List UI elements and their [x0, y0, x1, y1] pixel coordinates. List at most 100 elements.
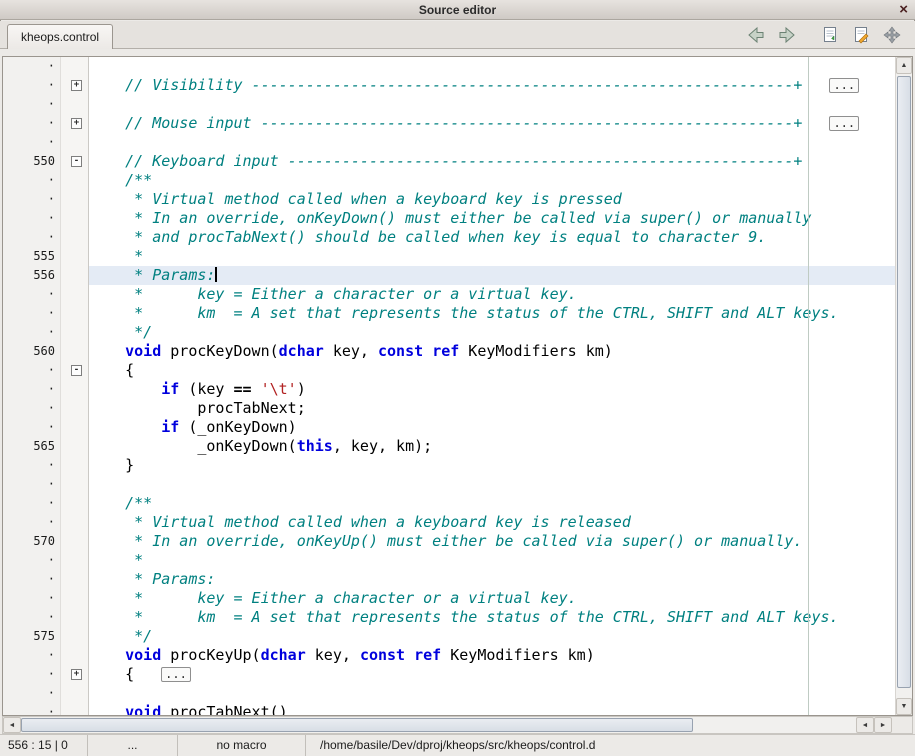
- code-line[interactable]: · * key = Either a character or a virtua…: [3, 285, 895, 304]
- fold-gutter-cell: [61, 380, 89, 399]
- code-line[interactable]: 570 * In an override, onKeyUp() must eit…: [3, 532, 895, 551]
- text-caret: [215, 267, 217, 282]
- scroll-down-button[interactable]: ▼: [896, 698, 912, 715]
- vertical-scroll-thumb[interactable]: [897, 76, 911, 688]
- code-line[interactable]: ·: [3, 133, 895, 152]
- go-back-button[interactable]: [745, 25, 767, 45]
- save-document-as-button[interactable]: [850, 25, 872, 45]
- fold-ellipsis[interactable]: ...: [829, 78, 859, 93]
- code-text: * Virtual method called when a keyboard …: [89, 513, 895, 532]
- fold-gutter-cell: [61, 247, 89, 266]
- horizontal-scrollbar[interactable]: ◄ ◄ ►: [2, 716, 913, 734]
- tabbar: kheops.control: [0, 21, 915, 49]
- code-line[interactable]: · void procKeyUp(dchar key, const ref Ke…: [3, 646, 895, 665]
- titlebar[interactable]: Source editor ×: [0, 0, 915, 20]
- code-line[interactable]: ·: [3, 684, 895, 703]
- code-line[interactable]: · if (_onKeyDown): [3, 418, 895, 437]
- code-line[interactable]: · * Params:: [3, 570, 895, 589]
- code-line[interactable]: · void procTabNext(): [3, 703, 895, 715]
- line-number-cell: 560: [3, 342, 61, 361]
- fold-marker-icon[interactable]: +: [71, 669, 82, 680]
- line-number-cell: ·: [3, 418, 61, 437]
- code-line[interactable]: · /**: [3, 171, 895, 190]
- fold-gutter-cell: [61, 190, 89, 209]
- fold-gutter-cell: -: [61, 152, 89, 171]
- code-line[interactable]: 555 *: [3, 247, 895, 266]
- code-line[interactable]: · }: [3, 456, 895, 475]
- horizontal-scroll-thumb[interactable]: [21, 718, 693, 732]
- code-editor[interactable]: ··+ // Visibility ----------------------…: [2, 56, 913, 716]
- fold-gutter-cell: [61, 513, 89, 532]
- code-line[interactable]: ·: [3, 475, 895, 494]
- vertical-scrollbar[interactable]: ▲ ▼: [895, 57, 912, 715]
- close-icon[interactable]: ×: [899, 0, 908, 19]
- code-line[interactable]: ·+ // Visibility -----------------------…: [3, 76, 895, 95]
- code-line[interactable]: ·+ // Mouse input ----------------------…: [3, 114, 895, 133]
- fold-gutter-cell: [61, 266, 89, 285]
- file-path: /home/basile/Dev/dproj/kheops/src/kheops…: [306, 735, 915, 756]
- code-text: /**: [89, 171, 895, 190]
- fold-marker-icon[interactable]: +: [71, 118, 82, 129]
- code-line[interactable]: · * and procTabNext() should be called w…: [3, 228, 895, 247]
- code-line[interactable]: ·+ {...: [3, 665, 895, 684]
- code-line[interactable]: · * Virtual method called when a keyboar…: [3, 190, 895, 209]
- go-forward-button[interactable]: [776, 25, 798, 45]
- fold-marker-icon[interactable]: -: [71, 365, 82, 376]
- code-text: *: [89, 247, 895, 266]
- code-line[interactable]: · * km = A set that represents the statu…: [3, 608, 895, 627]
- detach-editor-button[interactable]: [881, 25, 903, 45]
- horizontal-scroll-track[interactable]: [21, 717, 856, 733]
- code-line[interactable]: ·- {: [3, 361, 895, 380]
- code-line[interactable]: · /**: [3, 494, 895, 513]
- code-line[interactable]: · */: [3, 323, 895, 342]
- code-line[interactable]: 550- // Keyboard input -----------------…: [3, 152, 895, 171]
- code-text: void procKeyDown(dchar key, const ref Ke…: [89, 342, 895, 361]
- document-pen-icon: [852, 26, 870, 44]
- fold-marker-icon[interactable]: +: [71, 80, 82, 91]
- code-text: // Visibility --------------------------…: [89, 76, 895, 95]
- line-number-cell: ·: [3, 703, 61, 715]
- code-line[interactable]: · if (key == '\t'): [3, 380, 895, 399]
- left-arrow-icon: ◄: [9, 722, 16, 729]
- line-number-cell: ·: [3, 323, 61, 342]
- code-line[interactable]: 556 * Params:: [3, 266, 895, 285]
- code-line[interactable]: · * In an override, onKeyDown() must eit…: [3, 209, 895, 228]
- editor-content: ··+ // Visibility ----------------------…: [0, 49, 915, 756]
- fold-marker-icon[interactable]: -: [71, 156, 82, 167]
- code-line[interactable]: 575 */: [3, 627, 895, 646]
- up-arrow-icon: ▲: [901, 62, 908, 69]
- fold-gutter-cell: +: [61, 76, 89, 95]
- fold-gutter-cell: [61, 570, 89, 589]
- code-line[interactable]: 560 void procKeyDown(dchar key, const re…: [3, 342, 895, 361]
- back-arrow-icon: [746, 26, 766, 44]
- code-text: * km = A set that represents the status …: [89, 608, 895, 627]
- fold-gutter-cell: +: [61, 114, 89, 133]
- code-line[interactable]: · * key = Either a character or a virtua…: [3, 589, 895, 608]
- fold-gutter-cell: [61, 57, 89, 76]
- scroll-up-button[interactable]: ▲: [896, 57, 912, 74]
- code-line[interactable]: · procTabNext;: [3, 399, 895, 418]
- code-text: if (_onKeyDown): [89, 418, 895, 437]
- fold-ellipsis[interactable]: ...: [829, 116, 859, 131]
- code-line[interactable]: · * Virtual method called when a keyboar…: [3, 513, 895, 532]
- code-line[interactable]: ·: [3, 95, 895, 114]
- code-text: procTabNext;: [89, 399, 895, 418]
- statusbar: 556 : 15 | 0 ... no macro /home/basile/D…: [0, 734, 915, 756]
- code-line[interactable]: · * km = A set that represents the statu…: [3, 304, 895, 323]
- code-line[interactable]: · *: [3, 551, 895, 570]
- fold-gutter-cell: [61, 399, 89, 418]
- down-arrow-icon: ▼: [901, 703, 908, 710]
- code-line[interactable]: ·: [3, 57, 895, 76]
- scroll-left-button[interactable]: ◄: [3, 717, 21, 733]
- fold-ellipsis[interactable]: ...: [161, 667, 191, 682]
- scroll-left-button-secondary[interactable]: ◄: [856, 717, 874, 733]
- fold-gutter-cell: [61, 133, 89, 152]
- save-document-button[interactable]: [819, 25, 841, 45]
- scroll-right-button[interactable]: ►: [874, 717, 892, 733]
- line-number-cell: ·: [3, 171, 61, 190]
- code-line[interactable]: 565 _onKeyDown(this, key, km);: [3, 437, 895, 456]
- line-number-cell: ·: [3, 133, 61, 152]
- fold-gutter-cell: [61, 551, 89, 570]
- tab-kheops-control[interactable]: kheops.control: [7, 24, 113, 49]
- fold-gutter-cell: [61, 323, 89, 342]
